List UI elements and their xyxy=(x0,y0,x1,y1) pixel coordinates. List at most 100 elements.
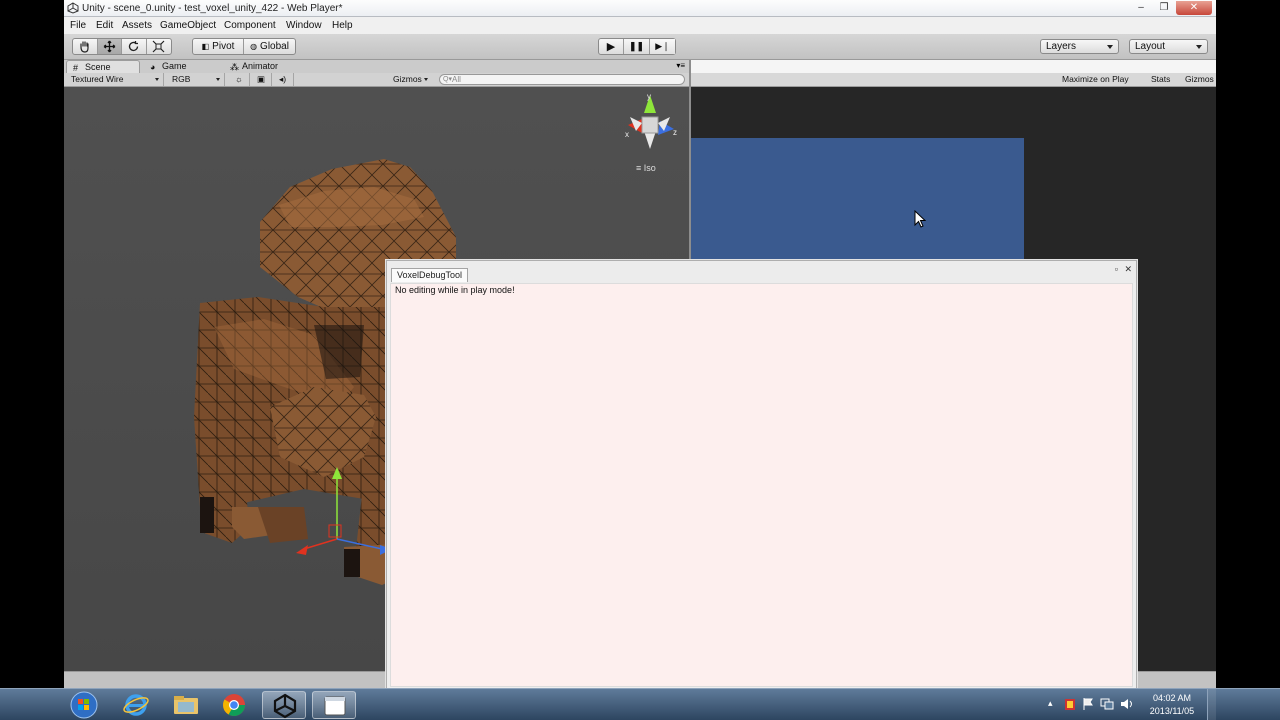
layout-dropdown[interactable]: Layout xyxy=(1129,39,1208,54)
pivot-global-toggles: ◧ Pivot ◍ Global xyxy=(192,38,296,55)
chevron-down-icon xyxy=(155,78,159,81)
pivot-toggle[interactable]: ◧ Pivot xyxy=(193,39,245,54)
tab-animator[interactable]: ⁂ Animator xyxy=(224,60,304,73)
blank-window-icon xyxy=(324,696,346,716)
mouse-cursor-icon xyxy=(914,210,926,228)
volume-icon[interactable] xyxy=(1120,697,1134,711)
color-mode-label: RGB xyxy=(172,74,191,84)
layout-label: Layout xyxy=(1135,41,1166,52)
action-center-flag-icon[interactable] xyxy=(1082,697,1094,711)
window-title: Unity - scene_0.unity - test_voxel_unity… xyxy=(82,3,343,14)
file-explorer-icon xyxy=(174,696,198,714)
panel-menu-icon[interactable]: ▾≡ xyxy=(676,61,685,70)
taskbar-window[interactable] xyxy=(312,691,356,719)
rotate-tool-button[interactable] xyxy=(122,39,147,54)
show-desktop-button[interactable] xyxy=(1207,689,1216,720)
scene-orientation-gizmo[interactable]: y x z xyxy=(625,92,677,149)
move-tool-button[interactable] xyxy=(97,39,123,54)
rotate-icon xyxy=(129,41,139,52)
pivot-icon: ◧ xyxy=(201,42,210,51)
axis-label-z: z xyxy=(673,128,677,137)
play-mode-message: No editing while in play mode! xyxy=(395,285,515,295)
close-button[interactable]: ✕ xyxy=(1124,264,1132,274)
image-icon: ▣ xyxy=(257,74,266,84)
iso-projection-label[interactable]: ≡ Iso xyxy=(636,163,656,173)
voxel-window-controls: ▫ ✕ xyxy=(1115,264,1132,275)
tab-voxel-debug-tool[interactable]: VoxelDebugTool xyxy=(391,268,468,282)
speaker-icon: ◂) xyxy=(279,74,287,84)
scale-tool-button[interactable] xyxy=(147,39,171,54)
clock-date[interactable]: 2013/11/05 xyxy=(1146,706,1198,716)
game-gizmos-toggle[interactable]: Gizmos xyxy=(1185,74,1214,84)
menu-component[interactable]: Component xyxy=(224,20,276,31)
start-button[interactable] xyxy=(68,690,100,720)
layers-dropdown[interactable]: Layers xyxy=(1040,39,1119,54)
menu-edit[interactable]: Edit xyxy=(96,20,113,31)
axis-label-y: y xyxy=(647,92,651,101)
gizmos-dropdown[interactable]: Gizmos xyxy=(388,73,432,86)
step-button[interactable]: ▶❘ xyxy=(650,39,675,54)
title-bar[interactable]: Unity - scene_0.unity - test_voxel_unity… xyxy=(64,0,1216,17)
taskbar-unity[interactable] xyxy=(262,691,306,719)
scene-control-bar: Textured Wire RGB ☼ ▣ ◂) Gizmos Q▾ All xyxy=(64,73,689,87)
game-control-bar: Maximize on Play Stats Gizmos xyxy=(691,60,1216,87)
scale-icon xyxy=(152,40,165,53)
tab-scene[interactable]: # Scene xyxy=(66,60,140,73)
animator-icon: ⁂ xyxy=(230,62,239,72)
transform-tools xyxy=(72,38,172,55)
tray-expand-icon[interactable]: ▴ xyxy=(1048,698,1053,709)
windows-start-icon xyxy=(70,691,98,719)
tray-app-icon[interactable] xyxy=(1064,697,1076,711)
grid-icon: # xyxy=(73,63,79,73)
network-icon[interactable] xyxy=(1100,697,1114,711)
tab-scene-label: Scene xyxy=(85,62,111,72)
voxel-window-body: No editing while in play mode! xyxy=(390,283,1133,687)
right-black-border xyxy=(1216,0,1280,720)
globe-icon: ◍ xyxy=(250,42,258,51)
menu-file[interactable]: File xyxy=(70,20,86,31)
maximize-button[interactable]: ❐ xyxy=(1153,1,1175,15)
audio-toggle[interactable]: ◂) xyxy=(274,73,294,86)
menu-gameobject[interactable]: GameObject xyxy=(160,20,216,31)
pause-button[interactable]: ❚❚ xyxy=(624,39,651,54)
scene-tab-bar: # Scene ◕ Game ⁂ Animator ▾≡ xyxy=(64,60,689,73)
play-controls: ▶ ❚❚ ▶❘ xyxy=(598,38,676,55)
chrome-icon xyxy=(223,694,245,716)
menu-help[interactable]: Help xyxy=(332,20,353,31)
scene-search-input[interactable]: Q▾ All xyxy=(439,74,685,85)
menu-assets[interactable]: Assets xyxy=(122,20,152,31)
restore-button[interactable]: ▫ xyxy=(1115,264,1118,274)
main-toolbar: ◧ Pivot ◍ Global ▶ ❚❚ ▶❘ Layers Layout xyxy=(64,34,1216,60)
render-mode-dropdown[interactable]: Textured Wire xyxy=(66,73,164,86)
unity-icon xyxy=(273,693,297,719)
voxel-window-tab-bar: VoxelDebugTool ▫ ✕ xyxy=(387,261,1136,283)
lighting-toggle[interactable]: ☼ xyxy=(230,73,250,86)
color-mode-dropdown[interactable]: RGB xyxy=(167,73,225,86)
minimize-button[interactable]: – xyxy=(1130,1,1152,15)
play-button[interactable]: ▶ xyxy=(599,39,625,54)
image-toggle[interactable]: ▣ xyxy=(252,73,272,86)
menu-window[interactable]: Window xyxy=(286,20,322,31)
hand-tool-button[interactable] xyxy=(73,39,98,54)
game-render-area xyxy=(691,138,1024,263)
tab-animator-label: Animator xyxy=(242,61,279,71)
global-toggle[interactable]: ◍ Global xyxy=(244,39,295,54)
axis-label-x: x xyxy=(625,130,629,139)
tab-game[interactable]: ◕ Game xyxy=(144,60,218,73)
windows-taskbar: ▴ 04:02 AM 2013/11/05 xyxy=(0,688,1280,720)
taskbar-internet-explorer[interactable] xyxy=(114,691,158,719)
left-black-border xyxy=(0,0,64,720)
maximize-on-play-toggle[interactable]: Maximize on Play xyxy=(1062,74,1129,84)
internet-explorer-icon xyxy=(123,694,149,716)
chevron-down-icon xyxy=(216,78,220,81)
game-tab-strip xyxy=(691,60,1216,73)
taskbar-file-explorer[interactable] xyxy=(164,691,208,719)
menu-bar: File Edit Assets GameObject Component Wi… xyxy=(64,17,1216,34)
chevron-down-icon xyxy=(424,78,428,81)
taskbar-chrome[interactable] xyxy=(212,691,256,719)
pivot-label: Pivot xyxy=(212,41,235,52)
close-button[interactable]: ✕ xyxy=(1176,1,1212,15)
stats-toggle[interactable]: Stats xyxy=(1151,74,1170,84)
system-tray: ▴ xyxy=(1048,695,1148,715)
clock-time[interactable]: 04:02 AM xyxy=(1146,693,1198,703)
